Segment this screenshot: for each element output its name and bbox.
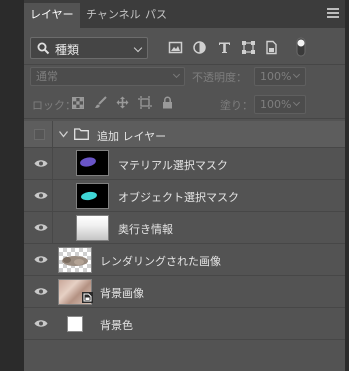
eye-icon[interactable] [34,255,48,264]
purple-mask-shape [80,157,96,167]
cyan-mask-shape [81,191,97,201]
blend-mode-select[interactable]: 通常 [30,67,185,86]
divider [24,118,345,119]
filter-type-select[interactable]: 種類 [30,37,148,59]
visibility-toggle[interactable] [34,129,45,140]
panel-menu-icon[interactable] [327,8,339,18]
adjustment-filter-icon[interactable] [192,40,207,55]
search-icon [37,42,50,55]
layers-panel: レイヤー チャンネル パス 種類 通常 不透明度： 100% ロック： 塗り： … [24,0,345,371]
eye-icon[interactable] [34,223,48,232]
column-divider [52,148,53,179]
chevron-down-icon [133,43,143,53]
right-edge [345,0,349,371]
blend-mode-value: 通常 [36,70,58,83]
layer-thumbnail [76,150,109,176]
lock-artboard-icon[interactable] [138,96,152,109]
rendered-object-shape [62,256,88,266]
layer-name: 奥行き情報 [118,223,173,236]
eye-icon[interactable] [34,159,48,168]
smart-object-filter-icon[interactable] [264,40,279,55]
filter-toggle-icon[interactable] [296,37,306,57]
tab-paths[interactable]: パス [139,3,173,28]
layer-name: レンダリングされた画像 [100,255,221,268]
layer-group-row[interactable]: 追加 レイヤー [24,121,345,148]
shape-filter-icon[interactable] [241,40,256,55]
layer-row[interactable]: マテリアル選択マスク [24,148,345,180]
lock-transparent-icon[interactable] [72,97,84,109]
filter-type-label: 種類 [55,43,80,57]
layer-name: オブジェクト選択マスク [118,191,239,204]
column-divider [52,212,53,243]
layer-row[interactable]: オブジェクト選択マスク [24,180,345,212]
layer-name: マテリアル選択マスク [118,159,228,172]
lock-position-icon[interactable] [116,96,129,109]
layer-thumbnail [58,247,92,273]
chevron-down-icon[interactable] [59,131,68,138]
opacity-value: 100% [260,70,292,83]
layer-row[interactable]: 背景画像 [24,276,345,308]
lock-image-icon[interactable] [94,96,107,109]
column-divider [52,180,53,211]
layer-thumbnail [67,316,83,332]
layer-row[interactable]: 奥行き情報 [24,212,345,244]
layer-name: 追加 レイヤー [97,130,167,143]
panel-tab-bar: レイヤー チャンネル パス [24,0,345,28]
left-edge [0,0,24,371]
eye-icon[interactable] [34,287,48,296]
tab-layers[interactable]: レイヤー [24,3,80,28]
layer-name: 背景画像 [100,287,144,300]
lock-all-icon[interactable] [162,96,173,109]
opacity-label: 不透明度： [192,71,247,84]
layer-row[interactable]: 背景色 [24,308,345,340]
layer-name: 背景色 [100,319,133,332]
tab-channels[interactable]: チャンネル [80,3,147,28]
lock-label: ロック： [32,99,76,112]
column-divider [52,121,53,147]
opacity-input[interactable]: 100% [254,67,306,86]
layer-thumbnail [76,183,109,209]
layer-row[interactable]: レンダリングされた画像 [24,244,345,276]
type-filter-icon[interactable] [217,40,232,55]
eye-icon[interactable] [34,319,48,328]
fill-value: 100% [260,98,292,111]
folder-icon [74,128,89,140]
fill-label: 塗り： [220,99,253,112]
divider [24,64,345,65]
layer-thumbnail [76,215,109,241]
eye-icon[interactable] [34,191,48,200]
fill-input[interactable]: 100% [254,95,306,114]
smart-object-badge-icon [82,292,93,303]
image-filter-icon[interactable] [168,40,183,55]
